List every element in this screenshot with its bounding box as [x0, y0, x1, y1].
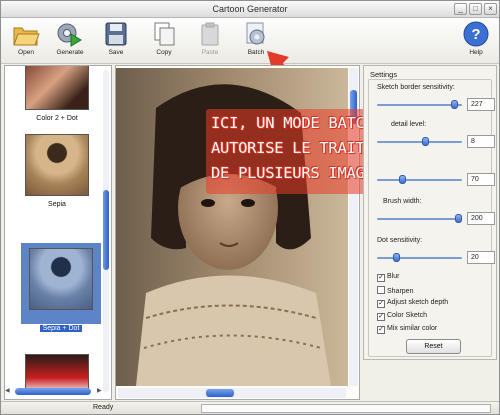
dot-sensitivity-slider[interactable] — [377, 253, 462, 263]
thumbnail-caption: Color 2 + Dot — [36, 115, 78, 122]
checkbox-checked-icon[interactable]: ✓ — [377, 313, 385, 321]
thumbnail-item[interactable]: Color 2 + Dot — [25, 66, 89, 122]
maximize-button[interactable]: □ — [469, 3, 482, 15]
settings-panel: Settings Sketch border sensitivity: 227 … — [363, 65, 497, 360]
slider-label-sketch-border: Sketch border sensitivity: — [377, 84, 455, 91]
batch-gear-icon — [246, 22, 265, 45]
status-text: Ready — [93, 404, 114, 411]
toolbar: Open Generate Save Copy Paste Batch ? He… — [1, 18, 499, 64]
help-label: Help — [469, 49, 483, 56]
checkbox-checked-icon[interactable]: ✓ — [377, 326, 385, 334]
detail-level-value[interactable]: 8 — [467, 135, 495, 148]
color-sketch-checkbox[interactable]: ✓ Color Sketch — [377, 312, 427, 321]
paste-button[interactable]: Paste — [189, 20, 231, 63]
checkbox-unchecked-icon[interactable] — [377, 286, 385, 294]
paste-label: Paste — [201, 49, 219, 56]
help-button[interactable]: ? Help — [455, 20, 497, 63]
slider-label-detail-level: detail level: — [391, 121, 427, 128]
blur-checkbox[interactable]: ✓ Blur — [377, 273, 399, 282]
adjust-sketch-depth-checkbox[interactable]: ✓ Adjust sketch depth — [377, 299, 448, 308]
sharpen-checkbox[interactable]: Sharpen — [377, 286, 413, 295]
slider-label-dot-sensitivity: Dot sensitivity: — [377, 237, 423, 244]
sketch-border-slider[interactable] — [377, 100, 462, 110]
gear-play-icon — [57, 23, 82, 47]
minimize-button[interactable]: _ — [454, 3, 467, 15]
slider-knob[interactable] — [399, 175, 406, 184]
app-window: Cartoon Generator _ □ × Open Generate Sa… — [0, 0, 500, 415]
scrollbar-thumb[interactable] — [103, 190, 109, 270]
generate-label: Generate — [56, 49, 84, 56]
thumbnail-image — [25, 66, 89, 110]
generate-button[interactable]: Generate — [49, 20, 91, 63]
copy-label: Copy — [156, 49, 172, 56]
copy-icon — [154, 22, 175, 46]
close-button[interactable]: × — [484, 3, 497, 15]
preview-horizontal-scrollbar[interactable] — [118, 388, 346, 398]
progress-bar — [201, 404, 491, 413]
thumbnail-panel[interactable]: Color 2 + Dot Sepia Sepia + Dot — [4, 65, 112, 400]
scroll-left-icon[interactable]: ◀ — [5, 387, 10, 394]
mix-similar-color-checkbox[interactable]: ✓ Mix similar color — [377, 325, 437, 334]
dot-sensitivity-value[interactable]: 20 — [467, 251, 495, 264]
checkbox-checked-icon[interactable]: ✓ — [377, 274, 385, 282]
save-label: Save — [108, 49, 124, 56]
thumbnail-vertical-scrollbar[interactable] — [103, 70, 109, 392]
settings-group: Sketch border sensitivity: 227 detail le… — [368, 79, 495, 357]
status-bar: Ready — [1, 401, 499, 414]
brush-width-slider[interactable] — [377, 214, 462, 224]
window-title: Cartoon Generator — [212, 4, 288, 14]
thumbnail-caption: Sepia — [48, 201, 66, 208]
thumbnail-image — [29, 248, 93, 310]
slider-knob[interactable] — [393, 253, 400, 262]
scroll-right-icon[interactable]: ▶ — [97, 387, 102, 394]
checkbox-checked-icon[interactable]: ✓ — [377, 300, 385, 308]
floppy-disk-icon — [105, 22, 127, 46]
title-bar: Cartoon Generator _ □ × — [1, 1, 499, 18]
slider-knob[interactable] — [422, 137, 429, 146]
unlabeled-slider-value[interactable]: 70 — [467, 173, 495, 186]
thumbnail-item[interactable]: Sepia — [25, 134, 89, 208]
settings-title: Settings — [370, 70, 398, 79]
sketch-border-value[interactable]: 227 — [467, 98, 495, 111]
thumbnail-horizontal-scrollbar[interactable]: ◀ ▶ — [5, 387, 105, 396]
reset-button[interactable]: Reset — [406, 339, 461, 354]
thumbnail-item-selected[interactable]: Sepia + Dot — [21, 243, 101, 332]
detail-level-slider[interactable] — [377, 137, 462, 147]
open-label: Open — [18, 49, 34, 56]
open-button[interactable]: Open — [5, 20, 47, 63]
thumbnail-image — [25, 134, 89, 196]
slider-label-brush-width: Brush width: — [383, 198, 422, 205]
scrollbar-thumb[interactable] — [15, 388, 91, 395]
help-question-icon: ? — [463, 21, 489, 47]
save-button[interactable]: Save — [95, 20, 137, 63]
svg-text:?: ? — [471, 26, 480, 43]
clipboard-icon — [201, 22, 219, 46]
scrollbar-thumb[interactable] — [206, 389, 234, 397]
thumbnail-caption: Sepia + Dot — [21, 325, 101, 332]
brush-width-value[interactable]: 200 — [467, 212, 495, 225]
slider-knob[interactable] — [451, 100, 458, 109]
slider-knob[interactable] — [455, 214, 462, 223]
folder-open-icon — [13, 27, 40, 46]
copy-button[interactable]: Copy — [143, 20, 185, 63]
unlabeled-slider[interactable] — [377, 175, 462, 185]
